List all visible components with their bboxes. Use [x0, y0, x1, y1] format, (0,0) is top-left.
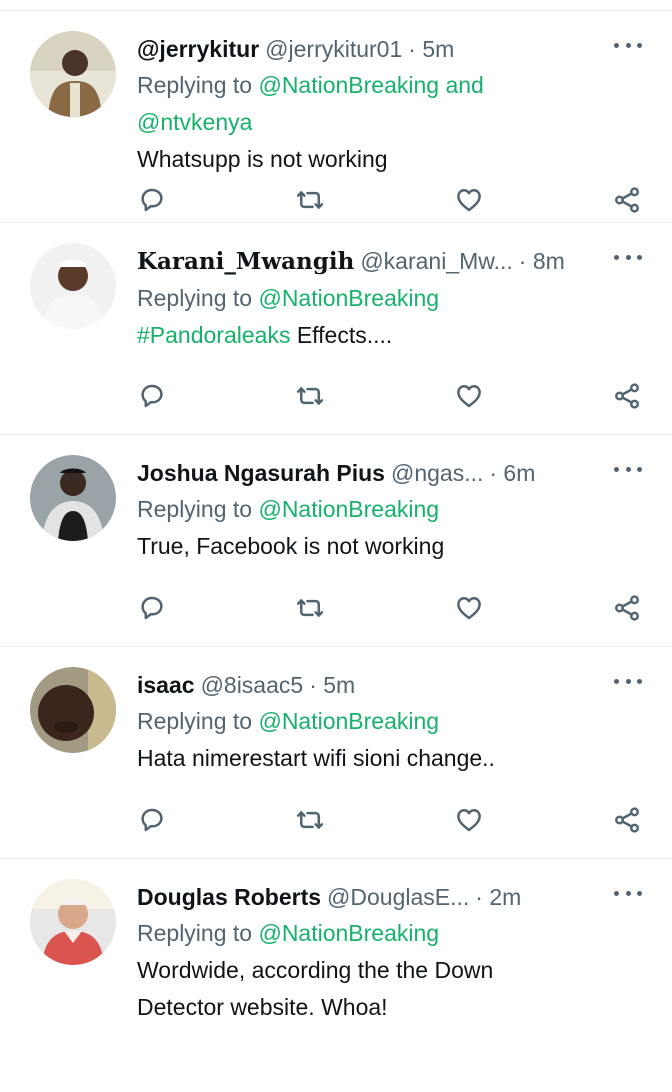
tweet-text: Wordwide, according the the Down Detecto… — [137, 957, 494, 1020]
retweet-icon[interactable] — [295, 805, 325, 835]
reply-icon[interactable] — [137, 805, 167, 835]
reply-mention-link[interactable]: @NationBreaking — [258, 708, 439, 734]
retweet-icon[interactable] — [295, 381, 325, 411]
timestamp[interactable]: · 5m — [408, 33, 454, 65]
avatar[interactable] — [30, 243, 116, 329]
replying-to-line: Replying to @NationBreaking — [137, 491, 577, 528]
retweet-icon[interactable] — [295, 185, 325, 215]
avatar[interactable] — [30, 667, 116, 753]
tweet-text: True, Facebook is not working — [137, 533, 445, 559]
tweet-text: Effects.... — [296, 322, 393, 348]
reply-mention-link[interactable]: @NationBreaking — [258, 285, 439, 311]
share-icon[interactable] — [612, 381, 642, 411]
retweet-icon[interactable] — [295, 593, 325, 623]
replying-to-line: Replying to @NationBreaking — [137, 280, 577, 317]
replying-prefix: Replying to — [137, 920, 253, 946]
replying-prefix: Replying to — [137, 72, 253, 98]
replying-to-line: Replying to @NationBreaking and @ntvkeny… — [137, 67, 577, 141]
share-icon[interactable] — [612, 805, 642, 835]
replying-to-line: Replying to @NationBreaking — [137, 703, 577, 740]
more-dots-icon[interactable] — [614, 891, 642, 901]
display-name[interactable]: Douglas Roberts — [137, 881, 321, 913]
display-name[interactable]: isaac — [137, 669, 195, 701]
tweet-text: Hata nimerestart wifi sioni change.. — [137, 745, 495, 771]
heart-icon[interactable] — [454, 805, 484, 835]
timestamp[interactable]: · 8m — [519, 245, 565, 277]
tweet-header: Joshua Ngasurah Pius @ngas... · 6m — [137, 457, 577, 489]
tweet-reply[interactable]: @jerrykitur @jerrykitur01 · 5m Replying … — [0, 11, 672, 223]
reply-mention-link[interactable]: @NationBreaking — [258, 496, 439, 522]
user-handle[interactable]: @karani_Mw... — [360, 245, 512, 277]
heart-icon[interactable] — [454, 381, 484, 411]
more-dots-icon[interactable] — [614, 467, 642, 477]
tweet-text: Whatsupp is not working — [137, 146, 388, 172]
tweet-reply[interactable]: Douglas Roberts @DouglasE... · 2m Replyi… — [0, 859, 672, 1059]
tweet-header: Karani_Mwangih @karani_Mw... · 8m — [137, 245, 577, 278]
user-handle[interactable]: @8isaac5 — [201, 669, 304, 701]
top-divider — [0, 0, 672, 11]
display-name[interactable]: Karani_Mwangih — [137, 246, 354, 278]
replying-to-line: Replying to @NationBreaking — [137, 915, 577, 952]
tweet-reply[interactable]: Joshua Ngasurah Pius @ngas... · 6m Reply… — [0, 435, 672, 647]
avatar[interactable] — [30, 455, 116, 541]
replying-prefix: Replying to — [137, 708, 253, 734]
hashtag-link[interactable]: #Pandoraleaks — [137, 322, 290, 348]
tweet-text-line: #Pandoraleaks Effects.... — [137, 317, 577, 354]
replying-prefix: Replying to — [137, 496, 253, 522]
heart-icon[interactable] — [454, 593, 484, 623]
more-dots-icon[interactable] — [614, 43, 642, 53]
replying-prefix: Replying to — [137, 285, 253, 311]
tweet-reply[interactable]: Karani_Mwangih @karani_Mw... · 8m Replyi… — [0, 223, 672, 435]
tweet-actions — [137, 805, 642, 835]
timestamp[interactable]: · 2m — [475, 881, 521, 913]
tweet-actions — [137, 381, 642, 411]
user-handle[interactable]: @jerrykitur01 — [265, 33, 402, 65]
timestamp[interactable]: · 5m — [309, 669, 355, 701]
display-name[interactable]: Joshua Ngasurah Pius — [137, 457, 385, 489]
avatar[interactable] — [30, 31, 116, 117]
reply-mention-link[interactable]: @NationBreaking — [258, 920, 439, 946]
avatar[interactable] — [30, 879, 116, 965]
tweet-header: isaac @8isaac5 · 5m — [137, 669, 577, 701]
user-handle[interactable]: @DouglasE... — [327, 881, 469, 913]
share-icon[interactable] — [612, 185, 642, 215]
more-dots-icon[interactable] — [614, 255, 642, 265]
user-handle[interactable]: @ngas... — [391, 457, 483, 489]
tweet-header: @jerrykitur @jerrykitur01 · 5m — [137, 33, 577, 65]
timestamp[interactable]: · 6m — [489, 457, 535, 489]
heart-icon[interactable] — [454, 185, 484, 215]
tweet-actions — [137, 593, 642, 623]
reply-icon[interactable] — [137, 185, 167, 215]
tweet-header: Douglas Roberts @DouglasE... · 2m — [137, 881, 577, 913]
share-icon[interactable] — [612, 593, 642, 623]
reply-icon[interactable] — [137, 593, 167, 623]
display-name[interactable]: @jerrykitur — [137, 33, 259, 65]
more-dots-icon[interactable] — [614, 679, 642, 689]
tweet-actions — [137, 185, 642, 215]
tweet-reply[interactable]: isaac @8isaac5 · 5m Replying to @NationB… — [0, 647, 672, 859]
reply-icon[interactable] — [137, 381, 167, 411]
